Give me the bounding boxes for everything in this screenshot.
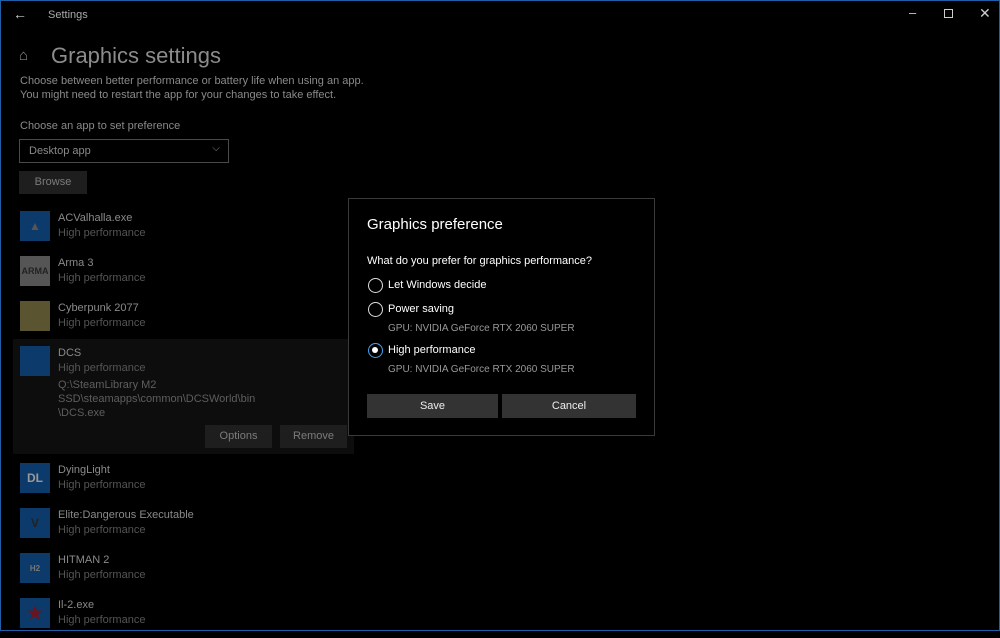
app-icon: DL [20,463,50,493]
maximize-icon[interactable] [944,9,953,18]
option-label: Let Windows decide [388,279,487,291]
app-status: High performance [58,614,146,626]
path-line: \DCS.exe [58,407,106,419]
radio-let-windows-decide[interactable] [368,278,383,293]
save-button[interactable]: Save [367,394,498,418]
app-type-value: Desktop app [29,145,91,157]
app-icon: ARMA [20,256,50,286]
radio-high-performance[interactable] [368,343,383,358]
app-status: High performance [58,569,146,581]
radio-power-saving[interactable] [368,302,383,317]
app-name: Cyberpunk 2077 [58,302,139,314]
app-item-il-2[interactable]: ★ Il-2.exe High performance [20,598,350,638]
app-icon: ★ [20,598,50,628]
app-status: High performance [58,524,146,536]
window-title: Settings [48,9,88,21]
settings-window: ← Settings – ✕ ⌂ Graphics settings Choos… [0,0,1000,631]
app-item-elite-dangerous[interactable]: V Elite:Dangerous Executable High performa… [20,508,350,548]
app-status: High performance [58,227,146,239]
app-icon: V [20,508,50,538]
app-icon: ▲ [20,211,50,241]
back-arrow-icon[interactable]: ← [13,6,27,22]
app-status: High performance [58,317,146,329]
close-icon[interactable]: ✕ [979,5,991,22]
app-name: HITMAN 2 [58,554,110,566]
app-path: Q:\SteamLibrary M2 SSD\steamapps\common\… [58,378,350,420]
app-name: Arma 3 [58,257,94,269]
path-line: Q:\SteamLibrary M2 SSD\steamapps\common\… [58,379,256,405]
app-name: DCS [58,347,82,359]
home-icon[interactable]: ⌂ [19,47,28,64]
app-name: Il-2.exe [58,599,95,611]
app-status: High performance [58,272,146,284]
choose-app-label: Choose an app to set preference [20,120,181,132]
cancel-button[interactable]: Cancel [502,394,636,418]
app-name: Elite:Dangerous Executable [58,509,194,521]
chevron-down-icon: ⌵ [212,143,220,154]
app-name: ACValhalla.exe [58,212,133,224]
app-item-dyinglight[interactable]: DL DyingLight High performance [20,463,350,503]
app-icon [20,301,50,331]
description-line: You might need to restart the app for yo… [20,89,337,101]
app-status: High performance [58,362,146,374]
app-type-dropdown[interactable]: Desktop app ⌵ [19,139,229,163]
option-label: High performance [388,344,476,356]
graphics-preference-dialog: Graphics preference What do you prefer f… [348,198,655,436]
gpu-label: GPU: NVIDIA GeForce RTX 2060 SUPER [388,323,575,334]
dialog-title: Graphics preference [367,216,503,233]
description-line: Choose between better performance or bat… [20,75,364,87]
app-status: High performance [58,479,146,491]
app-name: DyingLight [58,464,110,476]
option-label: Power saving [388,303,455,315]
browse-button[interactable]: Browse [19,171,87,194]
app-item-cyberpunk-2077[interactable]: Cyberpunk 2077 High performance [20,301,350,341]
gpu-label: GPU: NVIDIA GeForce RTX 2060 SUPER [388,364,575,375]
app-item-acvalhalla[interactable]: ▲ ACValhalla.exe High performance [20,211,350,251]
app-icon [20,346,50,376]
page-description: Choose between better performance or bat… [20,74,364,102]
minimize-icon[interactable]: – [909,5,916,20]
app-icon: H2 [20,553,50,583]
title-bar: ← Settings – ✕ [1,1,999,29]
app-item-hitman-2[interactable]: H2 HITMAN 2 High performance [20,553,350,593]
remove-button[interactable]: Remove [280,425,347,448]
app-item-arma-3[interactable]: ARMA Arma 3 High performance [20,256,350,296]
page-title: Graphics settings [51,43,221,68]
dialog-question: What do you prefer for graphics performa… [367,255,593,267]
options-button[interactable]: Options [205,425,272,448]
